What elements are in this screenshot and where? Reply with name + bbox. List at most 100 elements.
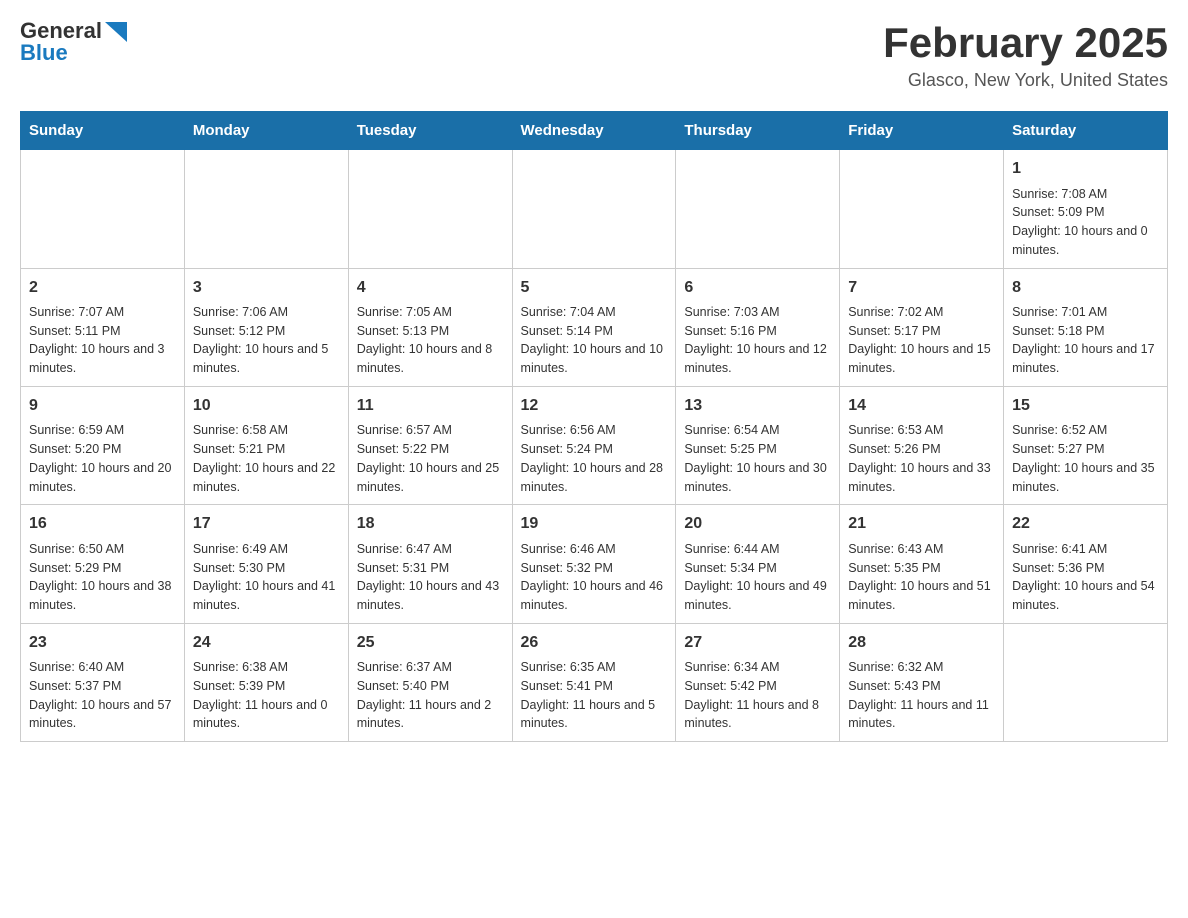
day-number: 9: [29, 395, 176, 417]
calendar-header-row: SundayMondayTuesdayWednesdayThursdayFrid…: [21, 112, 1168, 150]
day-info: Sunrise: 7:02 AMSunset: 5:17 PMDaylight:…: [848, 303, 995, 378]
calendar-week-row: 23Sunrise: 6:40 AMSunset: 5:37 PMDayligh…: [21, 623, 1168, 741]
day-info: Sunrise: 6:46 AMSunset: 5:32 PMDaylight:…: [521, 540, 668, 615]
calendar-cell: [21, 150, 185, 268]
calendar-cell: 21 Sunrise: 6:43 AMSunset: 5:35 PMDayligh…: [840, 505, 1004, 623]
calendar-cell: [512, 150, 676, 268]
calendar-day-header: Tuesday: [348, 112, 512, 150]
calendar-cell: 28 Sunrise: 6:32 AMSunset: 5:43 PMDayligh…: [840, 623, 1004, 741]
calendar-cell: 3 Sunrise: 7:06 AMSunset: 5:12 PMDaylight…: [184, 268, 348, 386]
day-number: 13: [684, 395, 831, 417]
day-number: 2: [29, 277, 176, 299]
calendar-cell: [1004, 623, 1168, 741]
calendar-cell: 15 Sunrise: 6:52 AMSunset: 5:27 PMDayligh…: [1004, 386, 1168, 504]
day-number: 11: [357, 395, 504, 417]
calendar-cell: 23Sunrise: 6:40 AMSunset: 5:37 PMDayligh…: [21, 623, 185, 741]
calendar-cell: [840, 150, 1004, 268]
day-number: 16: [29, 513, 176, 535]
day-number: 25: [357, 632, 504, 654]
calendar-cell: 27 Sunrise: 6:34 AMSunset: 5:42 PMDayligh…: [676, 623, 840, 741]
calendar-cell: 24 Sunrise: 6:38 AMSunset: 5:39 PMDayligh…: [184, 623, 348, 741]
main-title: February 2025: [883, 20, 1168, 66]
calendar-day-header: Wednesday: [512, 112, 676, 150]
day-info: Sunrise: 6:56 AMSunset: 5:24 PMDaylight:…: [521, 421, 668, 496]
calendar-cell: 5Sunrise: 7:04 AMSunset: 5:14 PMDaylight…: [512, 268, 676, 386]
calendar-cell: 10 Sunrise: 6:58 AMSunset: 5:21 PMDayligh…: [184, 386, 348, 504]
logo-blue: Blue: [20, 42, 127, 64]
day-info: Sunrise: 6:47 AMSunset: 5:31 PMDaylight:…: [357, 540, 504, 615]
title-section: February 2025 Glasco, New York, United S…: [883, 20, 1168, 91]
day-info: Sunrise: 6:37 AMSunset: 5:40 PMDaylight:…: [357, 658, 504, 733]
day-number: 10: [193, 395, 340, 417]
calendar-cell: 7 Sunrise: 7:02 AMSunset: 5:17 PMDaylight…: [840, 268, 1004, 386]
day-info: Sunrise: 6:58 AMSunset: 5:21 PMDaylight:…: [193, 421, 340, 496]
day-number: 3: [193, 277, 340, 299]
calendar-cell: 18Sunrise: 6:47 AMSunset: 5:31 PMDayligh…: [348, 505, 512, 623]
calendar-cell: [676, 150, 840, 268]
day-info: Sunrise: 6:32 AMSunset: 5:43 PMDaylight:…: [848, 658, 995, 733]
day-info: Sunrise: 7:08 AMSunset: 5:09 PMDaylight:…: [1012, 185, 1159, 260]
calendar-cell: [184, 150, 348, 268]
calendar-day-header: Saturday: [1004, 112, 1168, 150]
day-number: 14: [848, 395, 995, 417]
day-number: 1: [1012, 158, 1159, 180]
day-number: 28: [848, 632, 995, 654]
calendar-week-row: 1 Sunrise: 7:08 AMSunset: 5:09 PMDaylight…: [21, 150, 1168, 268]
calendar-cell: [348, 150, 512, 268]
day-info: Sunrise: 7:07 AMSunset: 5:11 PMDaylight:…: [29, 303, 176, 378]
calendar-table: SundayMondayTuesdayWednesdayThursdayFrid…: [20, 111, 1168, 742]
day-number: 23: [29, 632, 176, 654]
day-number: 19: [521, 513, 668, 535]
day-info: Sunrise: 7:05 AMSunset: 5:13 PMDaylight:…: [357, 303, 504, 378]
day-info: Sunrise: 6:35 AMSunset: 5:41 PMDaylight:…: [521, 658, 668, 733]
page-header: General Blue February 2025 Glasco, New Y…: [20, 20, 1168, 91]
calendar-cell: 26Sunrise: 6:35 AMSunset: 5:41 PMDayligh…: [512, 623, 676, 741]
day-number: 17: [193, 513, 340, 535]
day-number: 8: [1012, 277, 1159, 299]
calendar-cell: 22 Sunrise: 6:41 AMSunset: 5:36 PMDayligh…: [1004, 505, 1168, 623]
calendar-cell: 11Sunrise: 6:57 AMSunset: 5:22 PMDayligh…: [348, 386, 512, 504]
calendar-week-row: 2 Sunrise: 7:07 AMSunset: 5:11 PMDaylight…: [21, 268, 1168, 386]
calendar-cell: 17 Sunrise: 6:49 AMSunset: 5:30 PMDayligh…: [184, 505, 348, 623]
day-number: 7: [848, 277, 995, 299]
day-number: 12: [521, 395, 668, 417]
calendar-cell: 2 Sunrise: 7:07 AMSunset: 5:11 PMDaylight…: [21, 268, 185, 386]
day-number: 15: [1012, 395, 1159, 417]
day-number: 24: [193, 632, 340, 654]
calendar-day-header: Thursday: [676, 112, 840, 150]
day-number: 4: [357, 277, 504, 299]
day-number: 20: [684, 513, 831, 535]
day-info: Sunrise: 6:50 AMSunset: 5:29 PMDaylight:…: [29, 540, 176, 615]
logo-general: General: [20, 20, 127, 42]
calendar-cell: 14 Sunrise: 6:53 AMSunset: 5:26 PMDayligh…: [840, 386, 1004, 504]
day-info: Sunrise: 6:34 AMSunset: 5:42 PMDaylight:…: [684, 658, 831, 733]
calendar-week-row: 16 Sunrise: 6:50 AMSunset: 5:29 PMDayligh…: [21, 505, 1168, 623]
calendar-cell: 19 Sunrise: 6:46 AMSunset: 5:32 PMDayligh…: [512, 505, 676, 623]
day-info: Sunrise: 6:41 AMSunset: 5:36 PMDaylight:…: [1012, 540, 1159, 615]
day-info: Sunrise: 7:03 AMSunset: 5:16 PMDaylight:…: [684, 303, 831, 378]
calendar-cell: 20Sunrise: 6:44 AMSunset: 5:34 PMDayligh…: [676, 505, 840, 623]
logo: General Blue: [20, 20, 127, 64]
calendar-week-row: 9 Sunrise: 6:59 AMSunset: 5:20 PMDaylight…: [21, 386, 1168, 504]
calendar-cell: 25 Sunrise: 6:37 AMSunset: 5:40 PMDayligh…: [348, 623, 512, 741]
day-info: Sunrise: 6:38 AMSunset: 5:39 PMDaylight:…: [193, 658, 340, 733]
calendar-cell: 13 Sunrise: 6:54 AMSunset: 5:25 PMDayligh…: [676, 386, 840, 504]
day-info: Sunrise: 7:06 AMSunset: 5:12 PMDaylight:…: [193, 303, 340, 378]
calendar-cell: 9 Sunrise: 6:59 AMSunset: 5:20 PMDaylight…: [21, 386, 185, 504]
calendar-cell: 4 Sunrise: 7:05 AMSunset: 5:13 PMDaylight…: [348, 268, 512, 386]
calendar-day-header: Sunday: [21, 112, 185, 150]
day-number: 21: [848, 513, 995, 535]
calendar-day-header: Monday: [184, 112, 348, 150]
subtitle: Glasco, New York, United States: [883, 70, 1168, 91]
day-number: 5: [521, 277, 668, 299]
day-info: Sunrise: 6:54 AMSunset: 5:25 PMDaylight:…: [684, 421, 831, 496]
day-info: Sunrise: 7:01 AMSunset: 5:18 PMDaylight:…: [1012, 303, 1159, 378]
day-number: 22: [1012, 513, 1159, 535]
day-info: Sunrise: 6:49 AMSunset: 5:30 PMDaylight:…: [193, 540, 340, 615]
day-number: 27: [684, 632, 831, 654]
day-info: Sunrise: 6:52 AMSunset: 5:27 PMDaylight:…: [1012, 421, 1159, 496]
day-info: Sunrise: 6:59 AMSunset: 5:20 PMDaylight:…: [29, 421, 176, 496]
day-info: Sunrise: 6:43 AMSunset: 5:35 PMDaylight:…: [848, 540, 995, 615]
calendar-cell: 6Sunrise: 7:03 AMSunset: 5:16 PMDaylight…: [676, 268, 840, 386]
day-info: Sunrise: 6:53 AMSunset: 5:26 PMDaylight:…: [848, 421, 995, 496]
